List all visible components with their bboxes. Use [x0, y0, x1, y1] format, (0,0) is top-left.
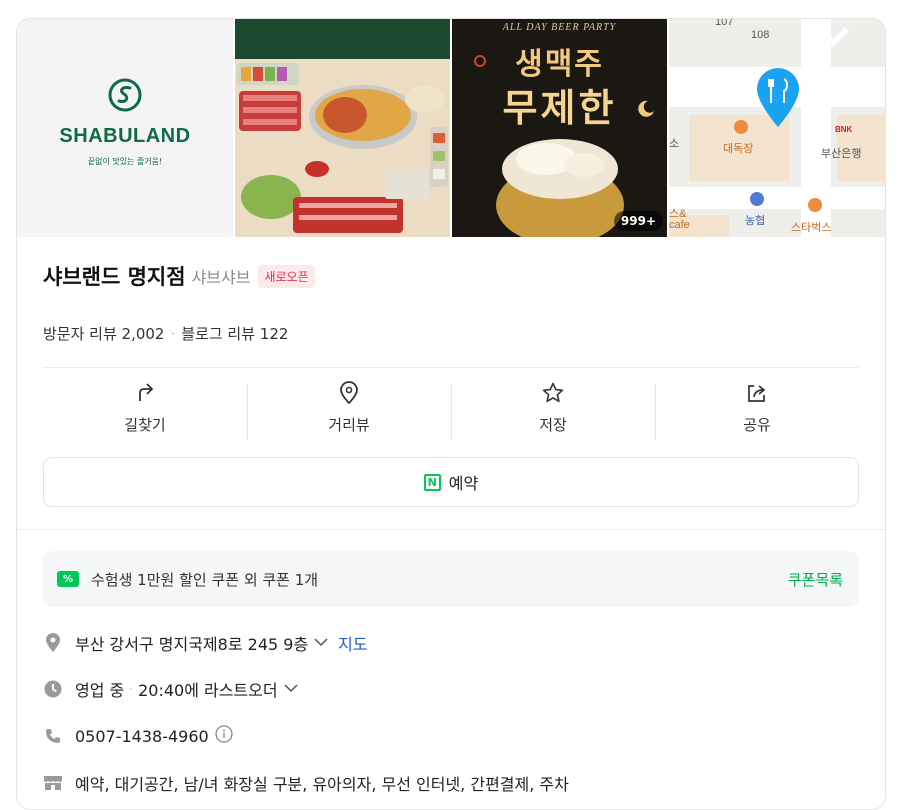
logo-tagline: 끝없이 맛있는 즐거움!	[87, 157, 163, 166]
street-view-icon	[340, 381, 358, 405]
share-button[interactable]: 공유	[655, 381, 859, 443]
phone-row: 0507-1438-4960	[43, 725, 233, 747]
naver-booking-icon: N	[423, 473, 441, 491]
amenities-text: 예약, 대기공간, 남/녀 화장실 구분, 유아의자, 무선 인터넷, 간편결제…	[75, 775, 569, 794]
review-counts: 방문자 리뷰 2,002 · 블로그 리뷰 122	[43, 325, 289, 343]
map-label: BNK	[835, 125, 853, 134]
street-view-button[interactable]: 거리뷰	[247, 381, 451, 443]
phone-number[interactable]: 0507-1438-4960	[75, 727, 209, 746]
amenities-row: 예약, 대기공간, 남/녀 화장실 구분, 유아의자, 무선 인터넷, 간편결제…	[43, 771, 569, 795]
hours-detail[interactable]: 20:40에 라스트오더	[138, 677, 278, 701]
map-label: 대독장	[723, 143, 754, 155]
beer-promo-line2: 무제한	[502, 86, 617, 130]
action-label: 저장	[539, 416, 567, 434]
map-label: 108	[751, 29, 770, 41]
visitor-review-link[interactable]: 방문자 리뷰 2,002	[43, 325, 164, 343]
map-label: 스타벅스	[791, 222, 832, 234]
section-divider	[17, 529, 885, 530]
hotpot-photo	[235, 19, 450, 237]
coupon-text: 수험생 1만원 할인 쿠폰 외 쿠폰 1개	[91, 570, 319, 589]
new-open-badge: 새로오픈	[258, 264, 315, 288]
gallery-beer-promo[interactable]: ALL DAY BEER PARTY 생맥주 무제한 999+	[452, 19, 667, 237]
photo-count-badge: 999+	[613, 211, 663, 231]
reserve-label: 예약	[448, 474, 479, 493]
blog-review-link[interactable]: 블로그 리뷰 122	[181, 325, 288, 343]
coupon-icon: %	[57, 571, 79, 587]
map-label: 107	[715, 19, 734, 28]
directions-button[interactable]: 길찾기	[43, 381, 247, 443]
store-icon	[43, 775, 63, 791]
action-label: 공유	[743, 416, 771, 434]
action-bar: 길찾기 거리뷰 저장 공유	[43, 381, 859, 443]
shabuland-emblem-icon	[108, 78, 142, 112]
action-label: 거리뷰	[328, 416, 370, 434]
divider	[43, 367, 859, 368]
map-link[interactable]: 지도	[338, 631, 367, 655]
gallery-map-tile[interactable]: 107 108 대독장 BNK 부산은행 소 농협 스타벅스 스& cafe	[669, 19, 885, 237]
logo-name: SHABULAND	[59, 125, 191, 147]
gallery-logo-tile[interactable]: SHABULAND 끝없이 맛있는 즐거움!	[17, 19, 233, 237]
beer-promo-tagline: ALL DAY BEER PARTY	[502, 22, 617, 33]
reserve-button[interactable]: N 예약	[43, 457, 859, 507]
address-text[interactable]: 부산 강서구 명지국제8로 245 9층	[75, 631, 308, 655]
clock-icon	[43, 680, 63, 698]
share-icon	[748, 385, 766, 402]
gallery-food-photo[interactable]	[235, 19, 450, 237]
place-card: SHABULAND 끝없이 맛있는 즐거움! ALL DAY BEER PART…	[16, 18, 886, 810]
action-label: 길찾기	[124, 416, 166, 434]
save-button[interactable]: 저장	[451, 381, 655, 443]
phone-icon	[43, 728, 63, 744]
chevron-down-icon[interactable]	[284, 682, 298, 696]
hours-row: 영업 중 · 20:40에 라스트오더	[43, 677, 298, 701]
info-icon[interactable]	[215, 725, 233, 747]
directions-icon	[139, 383, 154, 401]
map-pin-icon	[757, 68, 799, 127]
shabuland-logo: SHABULAND 끝없이 맛있는 즐거움!	[17, 77, 233, 167]
address-row: 부산 강서구 명지국제8로 245 9층 지도	[43, 631, 368, 655]
chevron-down-icon[interactable]	[314, 636, 328, 650]
title-row: 샤브랜드 명지점 샤브샤브 새로오픈	[43, 261, 315, 291]
place-name: 샤브랜드 명지점	[43, 265, 186, 289]
map-label: 소	[669, 138, 680, 150]
map-label: 농협	[745, 215, 766, 227]
coupon-banner[interactable]: % 수험생 1만원 할인 쿠폰 외 쿠폰 1개 쿠폰목록	[43, 551, 859, 607]
coupon-list-link[interactable]: 쿠폰목록	[788, 569, 843, 590]
map-label: cafe	[669, 219, 690, 231]
map-label: 부산은행	[821, 148, 862, 160]
hours-status[interactable]: 영업 중	[75, 677, 124, 701]
star-icon	[542, 382, 564, 403]
location-pin-icon	[43, 633, 63, 653]
place-category: 샤브샤브	[191, 268, 251, 287]
photo-gallery: SHABULAND 끝없이 맛있는 즐거움! ALL DAY BEER PART…	[17, 19, 885, 237]
